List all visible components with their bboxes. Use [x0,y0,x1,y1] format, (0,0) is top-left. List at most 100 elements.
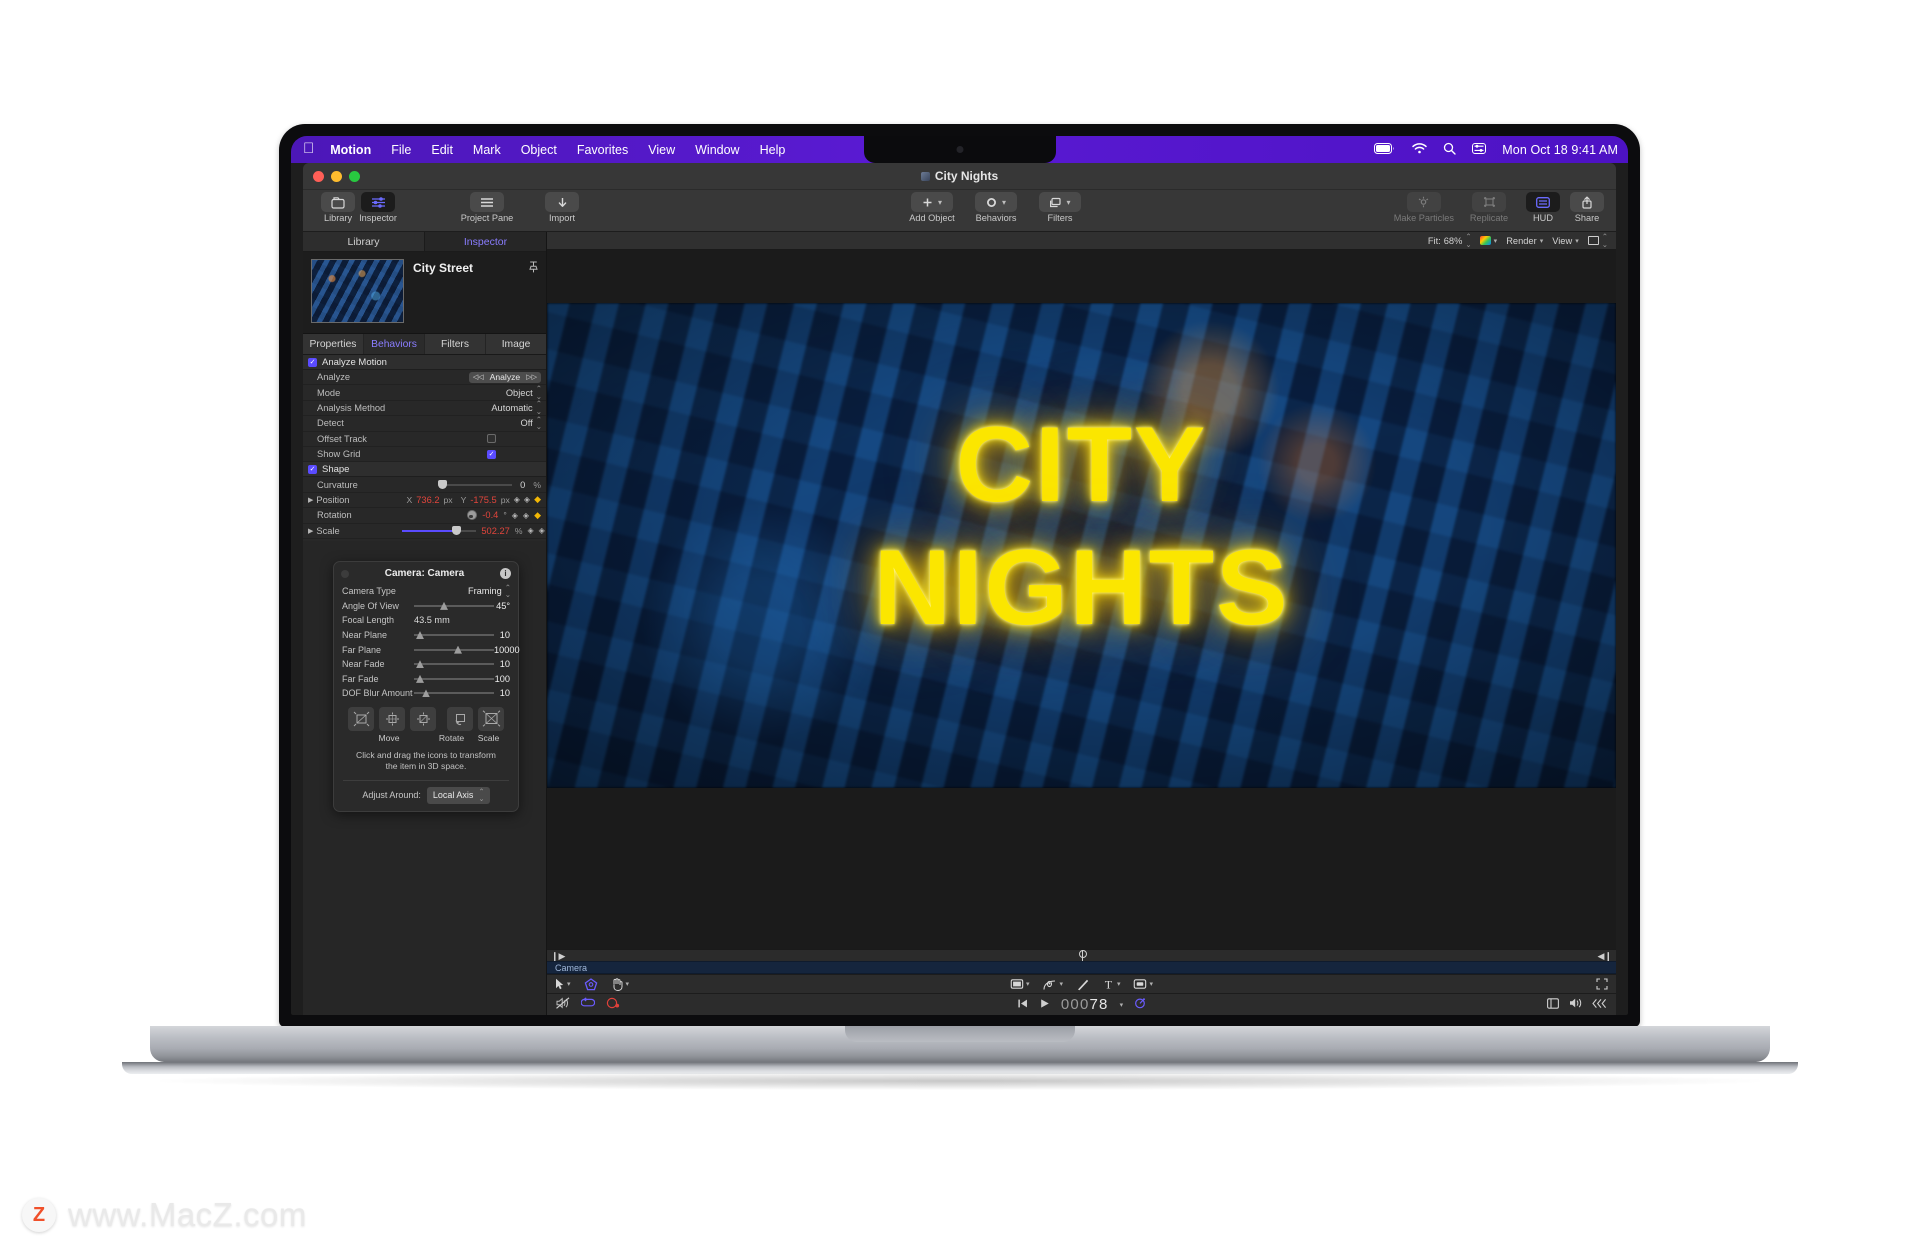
curvature-slider-knob[interactable] [438,479,448,489]
chevron-down-icon[interactable]: ▾ [1026,980,1030,988]
analyze-motion-checkbox[interactable] [308,357,317,367]
next-keyframe-icon[interactable]: ◈ [539,526,545,535]
maximize-button[interactable] [349,170,360,182]
analyze-button[interactable]: ◁◁ Analyze ▷▷ [468,371,541,383]
apple-logo-icon[interactable]:  [303,141,314,156]
menu-item-mark[interactable]: Mark [473,143,501,157]
play-icon[interactable] [1039,998,1050,1012]
battery-icon[interactable] [1374,142,1396,157]
camera-type-popup[interactable]: Framing ⌃ ⌄ [468,584,511,599]
control-center-icon[interactable] [1472,142,1487,157]
hud-button[interactable]: HUD [1524,190,1562,223]
chevron-down-icon[interactable]: ▾ [626,980,630,988]
project-canvas[interactable]: CITY NIGHTS [547,303,1616,788]
near-fade-slider[interactable] [414,660,494,669]
canvas-viewport[interactable]: CITY NIGHTS ❙▶ ◀❙ Camera ▾ ▾ ▾ ▾ T ▾ ▾ 0… [547,250,1616,1015]
analysis-method-control[interactable]: Automatic ⌃ ⌄ [491,400,546,415]
curvature-value[interactable]: 0 [520,480,525,490]
angle-of-view-slider[interactable] [414,601,494,610]
slider-knob[interactable] [416,660,424,669]
move-xy-icon[interactable] [348,706,374,731]
share-button[interactable]: Share [1568,190,1606,223]
text-tool-icon[interactable]: T ▾ [1102,978,1120,990]
record-icon[interactable] [606,997,620,1012]
scale-slider-knob[interactable] [452,525,462,535]
move-z-icon[interactable] [379,706,405,731]
menu-item-window[interactable]: Window [695,143,739,157]
layout-control[interactable]: ⌃ ⌄ [1587,233,1608,248]
menubar-clock[interactable]: Mon Oct 18 9:41 AM [1502,143,1618,157]
timeline-toggle-icon[interactable] [1547,997,1559,1012]
tab-library[interactable]: Library [303,232,424,251]
menu-item-object[interactable]: Object [521,143,557,157]
view-menu[interactable]: View ▾ [1552,236,1579,246]
import-button[interactable]: Import [543,190,581,223]
menu-item-view[interactable]: View [648,143,675,157]
wifi-icon[interactable] [1412,142,1427,157]
adjust-around-select[interactable]: Local Axis ⌃ ⌄ [426,786,490,804]
scale-slider[interactable] [402,525,477,535]
pan-hand-icon[interactable]: ▾ [611,977,630,991]
tab-behaviors[interactable]: Behaviors [363,334,424,354]
replicate-button[interactable]: Replicate [1460,190,1518,223]
menu-item-favorites[interactable]: Favorites [577,143,628,157]
audio-icon[interactable] [1569,997,1582,1012]
menu-item-edit[interactable]: Edit [431,143,453,157]
curvature-slider[interactable] [438,479,513,489]
loop-icon[interactable] [580,997,596,1012]
fullscreen-icon[interactable] [1596,978,1608,990]
next-keyframe-icon[interactable]: ◈ [524,495,530,504]
slider-knob[interactable] [416,674,424,683]
pin-icon[interactable] [529,259,538,326]
slider-knob[interactable] [416,631,424,640]
menu-item-motion[interactable]: Motion [330,143,371,157]
select-arrow-icon[interactable]: ▾ [555,978,571,990]
shape-tool-icon[interactable]: ▾ [1133,979,1153,989]
tab-properties[interactable]: Properties [303,334,363,354]
rectangle-mask-icon[interactable]: ▾ [1010,979,1030,989]
near-plane-slider[interactable] [414,631,494,640]
rotation-value[interactable]: -0.4 [482,510,498,520]
step-back-icon[interactable]: ◁◁ [473,373,484,381]
offset-track-checkbox[interactable] [487,434,496,444]
tab-inspector[interactable]: Inspector [424,232,546,251]
layer-thumbnail[interactable] [311,259,404,323]
chevron-down-icon[interactable]: ▾ [1059,980,1063,988]
slider-knob[interactable] [422,689,430,698]
chevron-down-icon[interactable]: ▾ [567,980,571,988]
keying-icon[interactable] [1592,998,1607,1012]
scale-icon[interactable] [478,706,504,731]
hud-drag-dot[interactable] [341,569,349,578]
make-particles-button[interactable]: Make Particles [1394,190,1454,223]
library-button[interactable]: Library [319,190,357,223]
add-keyframe-icon[interactable]: ◆ [534,494,541,505]
position-disclosure-icon[interactable]: ▶ [308,496,313,504]
prev-keyframe-icon[interactable]: ◈ [512,511,518,520]
rotation-dial[interactable] [467,510,478,521]
far-fade-slider[interactable] [414,674,494,683]
add-keyframe-icon[interactable]: ◆ [534,510,541,521]
menu-item-help[interactable]: Help [760,143,786,157]
timeline-ruler[interactable]: ❙▶ ◀❙ [547,949,1616,962]
inspector-button[interactable]: Inspector [359,190,397,223]
render-menu[interactable]: Render ▾ [1506,236,1543,246]
position-y-value[interactable]: -175.5 [470,495,496,505]
bezier-pen-icon[interactable]: ▾ [1042,978,1063,991]
filters-button[interactable]: ▾ Filters [1031,190,1089,223]
add-object-button[interactable]: ▾ Add Object [903,190,961,223]
behaviors-button[interactable]: ▾ Behaviors [967,190,1025,223]
keyframe-record-icon[interactable] [1134,997,1146,1012]
next-keyframe-icon[interactable]: ◈ [523,511,529,520]
slider-knob[interactable] [454,645,462,654]
tab-filters[interactable]: Filters [424,334,485,354]
dof-blur-slider[interactable] [414,689,494,698]
far-plane-slider[interactable] [414,645,494,654]
move-combined-icon[interactable] [410,706,436,731]
detect-control[interactable]: Off ⌃ ⌄ [520,416,546,431]
paint-stroke-icon[interactable] [1076,978,1089,991]
near-fade-value[interactable]: 10 [494,659,510,669]
far-plane-value[interactable]: 10000 [494,645,520,655]
dof-blur-value[interactable]: 10 [494,688,510,698]
step-forward-icon[interactable]: ▷▷ [526,373,537,381]
transform-3d-icon[interactable] [584,977,598,991]
